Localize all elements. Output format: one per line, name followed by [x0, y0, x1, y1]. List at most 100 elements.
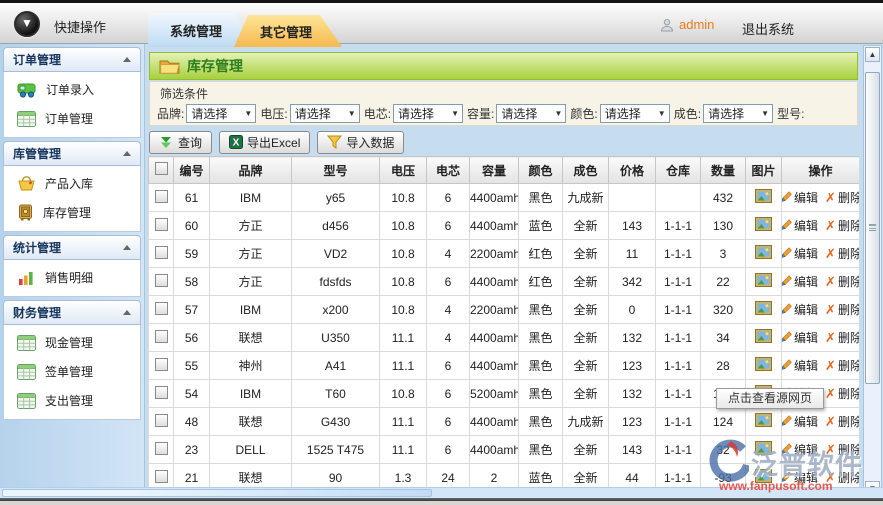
- delete-link[interactable]: ✗删除: [825, 301, 859, 318]
- edit-link[interactable]: 编辑: [782, 273, 819, 290]
- sidebar-group-items: 订单录入订单管理: [3, 72, 141, 138]
- filter-group: 电芯:请选择▼: [364, 104, 463, 123]
- delete-link[interactable]: ✗删除: [825, 273, 859, 290]
- circle-down-arrow-icon[interactable]: ▼: [14, 11, 40, 37]
- quick-action-label[interactable]: 快捷操作: [54, 17, 106, 36]
- edit-link[interactable]: 编辑: [782, 357, 819, 374]
- image-icon[interactable]: [755, 329, 772, 343]
- edit-link[interactable]: 编辑: [782, 301, 819, 318]
- cell-voltage: 11.1: [380, 352, 427, 380]
- row-checkbox[interactable]: [155, 414, 168, 427]
- filter-select[interactable]: 请选择▼: [290, 104, 360, 123]
- cell-id: 56: [174, 324, 210, 352]
- user-icon: [660, 18, 674, 32]
- collapse-arrow-icon[interactable]: [123, 57, 131, 62]
- sidebar-item-label: 订单录入: [46, 81, 94, 98]
- delete-link[interactable]: ✗删除: [825, 245, 859, 262]
- delete-link[interactable]: ✗删除: [825, 385, 859, 402]
- red-x-icon: ✗: [825, 246, 836, 262]
- row-checkbox[interactable]: [155, 358, 168, 371]
- image-icon[interactable]: [755, 413, 772, 427]
- sidebar-item[interactable]: 现金管理: [4, 328, 140, 357]
- cell-price: 123: [609, 352, 656, 380]
- export-excel-button[interactable]: X导出Excel: [219, 131, 310, 154]
- sidebar-item[interactable]: 订单管理: [4, 104, 140, 133]
- sidebar-item[interactable]: 签单管理: [4, 357, 140, 386]
- sidebar-group-header[interactable]: 统计管理: [3, 235, 141, 260]
- filter-select[interactable]: 请选择▼: [186, 104, 256, 123]
- sidebar-item[interactable]: 支出管理: [4, 386, 140, 415]
- edit-link[interactable]: 编辑: [782, 217, 819, 234]
- filter-select[interactable]: 请选择▼: [600, 104, 670, 123]
- image-icon[interactable]: [755, 245, 772, 259]
- collapse-arrow-icon[interactable]: [123, 151, 131, 156]
- row-checkbox[interactable]: [155, 386, 168, 399]
- cell-qty: 320: [701, 296, 746, 324]
- sidebar-item[interactable]: 产品入库: [4, 169, 140, 198]
- sidebar-item[interactable]: 订单录入: [4, 75, 140, 104]
- filter-select[interactable]: 请选择▼: [703, 104, 773, 123]
- red-x-icon: ✗: [825, 274, 836, 290]
- image-icon[interactable]: [755, 273, 772, 287]
- cell-condition: 全新: [563, 436, 609, 464]
- row-operations: 编辑 ✗删除: [782, 352, 859, 379]
- cell-brand: 方正: [210, 268, 292, 296]
- cell-warehouse: 1-1-1: [656, 436, 701, 464]
- image-icon[interactable]: [755, 217, 772, 231]
- row-checkbox[interactable]: [155, 246, 168, 259]
- sidebar-group-header[interactable]: 库管管理: [3, 141, 141, 166]
- cell-brand: IBM: [210, 380, 292, 408]
- image-icon[interactable]: [755, 301, 772, 315]
- cell-model: x200: [292, 296, 380, 324]
- import-data-button[interactable]: 导入数据: [317, 131, 404, 154]
- query-button[interactable]: 查询: [149, 131, 212, 154]
- row-checkbox[interactable]: [155, 330, 168, 343]
- edit-link[interactable]: 编辑: [782, 245, 819, 262]
- cell-color: 黑色: [519, 380, 563, 408]
- edit-link[interactable]: 编辑: [782, 189, 819, 206]
- delete-link[interactable]: ✗删除: [825, 217, 859, 234]
- filter-select[interactable]: 请选择▼: [393, 104, 463, 123]
- filter-label: 品牌:: [157, 105, 184, 122]
- row-checkbox[interactable]: [155, 190, 168, 203]
- watermark-url: www.fanpusoft.com: [719, 479, 875, 493]
- button-label: 查询: [178, 134, 202, 151]
- row-checkbox[interactable]: [155, 442, 168, 455]
- row-operations: 编辑 ✗删除: [782, 240, 859, 267]
- row-checkbox[interactable]: [155, 302, 168, 315]
- chevron-down-icon: ▼: [348, 109, 356, 118]
- collapse-arrow-icon[interactable]: [123, 245, 131, 250]
- cell-cells: 6: [427, 184, 470, 212]
- row-checkbox[interactable]: [155, 218, 168, 231]
- sidebar-group-header[interactable]: 订单管理: [3, 47, 141, 72]
- delete-link[interactable]: ✗删除: [825, 357, 859, 374]
- vertical-scrollbar[interactable]: ▲ ▼: [863, 45, 882, 498]
- cell-cells: 6: [427, 268, 470, 296]
- image-icon[interactable]: [755, 189, 772, 203]
- red-x-icon: ✗: [825, 190, 836, 206]
- scroll-up-arrow-icon[interactable]: ▲: [865, 47, 880, 62]
- delete-link[interactable]: ✗删除: [825, 329, 859, 346]
- row-checkbox[interactable]: [155, 470, 168, 483]
- column-header: 操作: [782, 157, 860, 184]
- select-all-checkbox[interactable]: [155, 162, 168, 175]
- tab-other-management[interactable]: 其它管理: [234, 15, 342, 47]
- collapse-arrow-icon[interactable]: [123, 310, 131, 315]
- delete-link[interactable]: ✗删除: [825, 189, 859, 206]
- image-icon[interactable]: [755, 357, 772, 371]
- cell-id: 55: [174, 352, 210, 380]
- sidebar-item[interactable]: 销售明细: [4, 263, 140, 292]
- delete-link[interactable]: ✗删除: [825, 413, 859, 430]
- sidebar-group-header[interactable]: 财务管理: [3, 300, 141, 325]
- row-checkbox[interactable]: [155, 274, 168, 287]
- edit-link[interactable]: 编辑: [782, 413, 819, 430]
- row-operations: 编辑 ✗删除: [782, 324, 859, 351]
- edit-link[interactable]: 编辑: [782, 329, 819, 346]
- horizontal-scrollbar-thumb[interactable]: [2, 489, 432, 497]
- logout-link[interactable]: 退出系统: [742, 19, 794, 38]
- cell-warehouse: 1-1-1: [656, 296, 701, 324]
- filter-select[interactable]: 请选择▼: [496, 104, 566, 123]
- vertical-scrollbar-thumb[interactable]: [865, 72, 880, 384]
- edit-label: 编辑: [794, 357, 818, 374]
- sidebar-item[interactable]: 库存管理: [4, 198, 140, 227]
